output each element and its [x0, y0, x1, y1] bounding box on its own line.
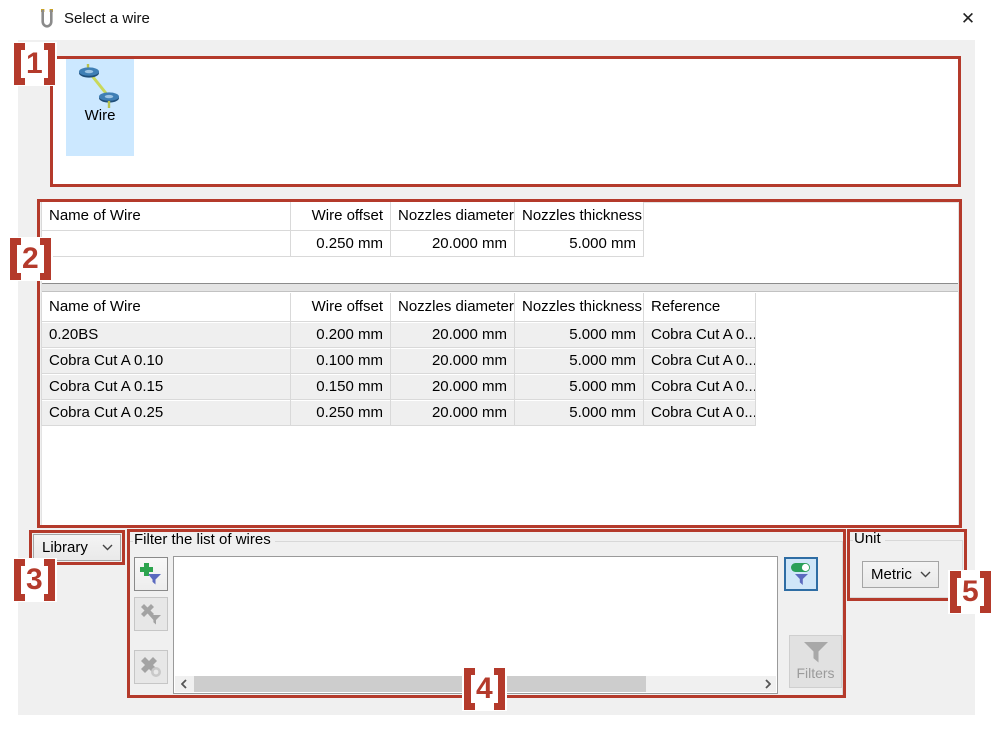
bracket-right — [980, 571, 991, 613]
cell-diameter: 20.000 mm — [391, 373, 515, 399]
cell-diameter: 20.000 mm — [391, 347, 515, 373]
table-row[interactable]: Cobra Cut A 0.10 0.100 mm 20.000 mm 5.00… — [42, 347, 756, 373]
cell-name: Cobra Cut A 0.25 — [42, 399, 291, 425]
cell-offset: 0.150 mm — [291, 373, 391, 399]
cell-reference: Cobra Cut A 0... — [644, 373, 756, 399]
wire-item[interactable]: Wire — [66, 59, 134, 156]
cell-reference: Cobra Cut A 0... — [644, 347, 756, 373]
column-header[interactable]: Name of Wire — [42, 202, 291, 230]
column-header[interactable]: Nozzles thickness — [515, 202, 644, 230]
table-row[interactable]: Cobra Cut A 0.15 0.150 mm 20.000 mm 5.00… — [42, 373, 756, 399]
cell-reference: Cobra Cut A 0... — [644, 321, 756, 347]
bracket-right — [494, 668, 505, 710]
funnel-icon — [803, 642, 829, 663]
tables-panel: Name of Wire Wire offset Nozzles diamete… — [41, 202, 959, 526]
add-filter-button[interactable] — [134, 557, 168, 591]
annotation-label-3: 3 — [12, 558, 57, 602]
cell-name: Cobra Cut A 0.15 — [42, 373, 291, 399]
cell-reference: Cobra Cut A 0... — [644, 399, 756, 425]
cell-name: Cobra Cut A 0.10 — [42, 347, 291, 373]
remove-filter-button[interactable] — [134, 597, 168, 631]
wire-staple-icon — [40, 9, 54, 30]
bracket-left — [14, 559, 25, 601]
title-bar: Select a wire ✕ — [0, 0, 1006, 40]
cell-offset: 0.250 mm — [291, 399, 391, 425]
column-header[interactable]: Nozzles thickness — [515, 293, 644, 321]
annotation-number: 5 — [962, 571, 979, 613]
filters-button-label: Filters — [796, 665, 834, 681]
remove-filter-icon — [140, 603, 162, 625]
scrollbar-thumb[interactable] — [194, 676, 646, 692]
table-row[interactable]: Cobra Cut A 0.25 0.250 mm 20.000 mm 5.00… — [42, 399, 756, 425]
scroll-left-icon[interactable] — [175, 676, 192, 692]
annotation-label-1: 1 — [12, 42, 57, 86]
column-header[interactable]: Nozzles diameter — [391, 293, 515, 321]
scroll-right-icon[interactable] — [759, 676, 776, 692]
column-header[interactable]: Name of Wire — [42, 293, 291, 321]
cell-thickness: 5.000 mm — [515, 399, 644, 425]
cell-offset: 0.200 mm — [291, 321, 391, 347]
add-filter-icon — [140, 563, 162, 585]
wire-type-panel: Wire — [53, 59, 958, 184]
unit-dropdown-value: Metric — [863, 566, 916, 583]
library-dropdown[interactable]: Library — [33, 534, 121, 561]
annotation-label-2: 2 — [8, 237, 53, 281]
cell-offset: 0.100 mm — [291, 347, 391, 373]
annotation-number: 3 — [26, 559, 43, 601]
unit-group-label: Unit — [853, 530, 885, 547]
table-header-row: Name of Wire Wire offset Nozzles diamete… — [42, 293, 756, 321]
chevron-down-icon — [98, 544, 120, 551]
selected-wire-table: Name of Wire Wire offset Nozzles diamete… — [41, 202, 644, 257]
bracket-right — [40, 238, 51, 280]
cell-thickness: 5.000 mm — [515, 373, 644, 399]
unit-dropdown[interactable]: Metric — [862, 561, 939, 588]
bracket-left — [950, 571, 961, 613]
annotation-label-5: 5 — [948, 570, 993, 614]
clear-filter-icon — [140, 656, 162, 678]
annotation-number: 2 — [22, 238, 39, 280]
column-header[interactable]: Wire offset — [291, 293, 391, 321]
table-row[interactable]: 0.20BS 0.200 mm 20.000 mm 5.000 mm Cobra… — [42, 321, 756, 347]
toggle-filter-button[interactable] — [784, 557, 818, 591]
wires-list-table: Name of Wire Wire offset Nozzles diamete… — [41, 293, 756, 426]
column-header[interactable]: Nozzles diameter — [391, 202, 515, 230]
screenshot-stage: Select a wire ✕ Wire Name of W — [0, 0, 1006, 733]
bracket-right — [44, 559, 55, 601]
cell-offset: 0.250 mm — [291, 230, 391, 256]
chevron-down-icon — [916, 571, 938, 578]
annotation-label-4: 4 — [462, 667, 507, 711]
filters-button[interactable]: Filters — [789, 635, 842, 688]
column-header[interactable]: Wire offset — [291, 202, 391, 230]
close-button[interactable]: ✕ — [938, 0, 998, 38]
bracket-left — [464, 668, 475, 710]
bracket-left — [14, 43, 25, 85]
clear-filter-button[interactable] — [134, 650, 168, 684]
library-dropdown-value: Library — [34, 539, 98, 556]
bracket-right — [44, 43, 55, 85]
wire-spool-icon — [78, 63, 122, 109]
table-header-row: Name of Wire Wire offset Nozzles diamete… — [42, 202, 644, 230]
filter-group-label: Filter the list of wires — [133, 531, 275, 548]
toggle-filter-icon — [789, 562, 813, 586]
cell-diameter: 20.000 mm — [391, 230, 515, 256]
cell-thickness: 5.000 mm — [515, 321, 644, 347]
bracket-left — [10, 238, 21, 280]
cell-name: 0.20BS — [42, 321, 291, 347]
table-splitter[interactable] — [42, 283, 958, 292]
column-header[interactable]: Reference — [644, 293, 756, 321]
cell-thickness: 5.000 mm — [515, 347, 644, 373]
cell-diameter: 20.000 mm — [391, 321, 515, 347]
annotation-number: 1 — [26, 43, 43, 85]
selected-wire-row[interactable]: 0.250 mm 20.000 mm 5.000 mm — [42, 230, 644, 256]
annotation-number: 4 — [476, 668, 493, 710]
cell-diameter: 20.000 mm — [391, 399, 515, 425]
cell-thickness: 5.000 mm — [515, 230, 644, 256]
cell-name — [42, 230, 291, 256]
window-title: Select a wire — [64, 10, 150, 27]
wire-item-label: Wire — [85, 107, 116, 124]
